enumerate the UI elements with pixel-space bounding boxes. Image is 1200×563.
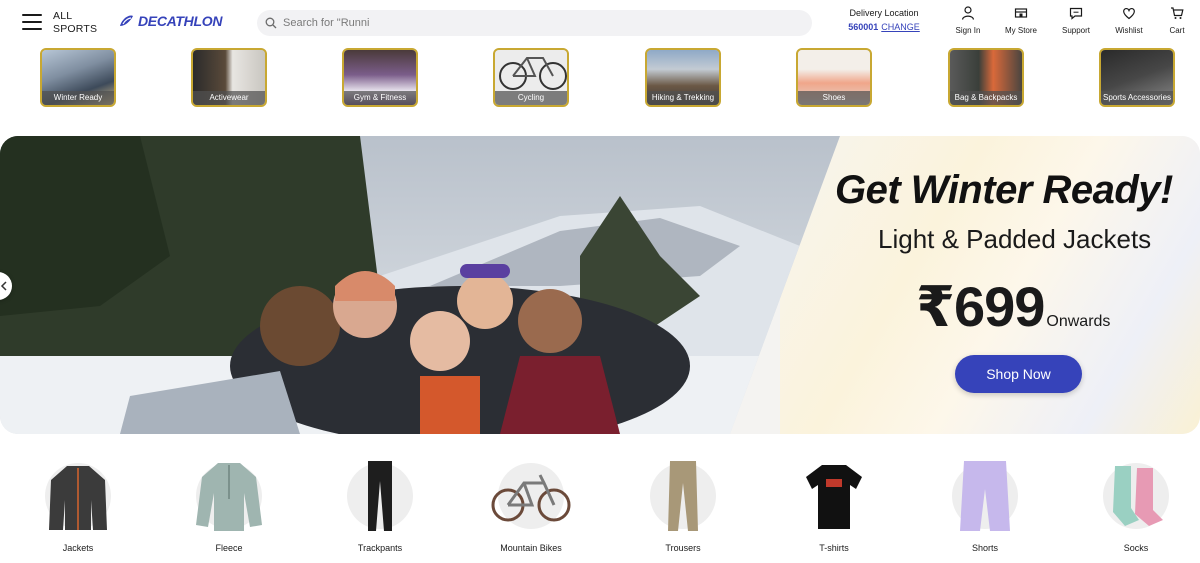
- category-tile-shoes[interactable]: Shoes: [796, 48, 872, 107]
- nav-my-store-label: My Store: [1004, 26, 1037, 35]
- banner-photo-winter-group: [0, 136, 840, 434]
- store-icon: [1014, 8, 1028, 18]
- product-label: Socks: [1123, 543, 1149, 553]
- banner-subline: Light & Padded Jackets: [878, 224, 1152, 254]
- logo-text: DECATHLON: [138, 13, 223, 29]
- banner-price: ₹699 Onwards: [916, 274, 1110, 340]
- cart-icon: [1171, 7, 1184, 19]
- category-tile-cycling[interactable]: Cycling: [493, 48, 569, 107]
- category-label: Activewear: [193, 91, 265, 105]
- all-sports-menu[interactable]: ALL SPORTS: [53, 10, 97, 36]
- search-icon: [265, 17, 277, 29]
- jackets-thumb: [45, 463, 111, 530]
- t-shirt-icon: [806, 465, 862, 529]
- category-label: Sports Accessories: [1101, 91, 1173, 105]
- t-shirts-thumb: [801, 463, 867, 529]
- product-socks[interactable]: Socks: [1086, 455, 1186, 553]
- trackpants-icon: [368, 461, 392, 531]
- nav-wishlist-label: Wishlist: [1115, 26, 1143, 35]
- nav-wishlist[interactable]: Wishlist: [1104, 6, 1154, 35]
- heart-icon: [1123, 7, 1135, 20]
- trousers-icon: [668, 461, 698, 531]
- product-label: Trousers: [665, 543, 701, 553]
- product-t-shirts[interactable]: T-shirts: [784, 455, 884, 553]
- nav-cart-label: Cart: [1169, 26, 1185, 35]
- fleece-thumb: [196, 463, 262, 531]
- product-mountain-bikes[interactable]: Mountain Bikes: [481, 455, 581, 553]
- category-label: Winter Ready: [42, 91, 114, 105]
- category-tile-sports-accessories[interactable]: Sports Accessories: [1099, 48, 1175, 107]
- delivery-pincode: 560001: [848, 22, 879, 32]
- jacket-icon: [49, 466, 107, 530]
- product-trousers[interactable]: Trousers: [633, 455, 733, 553]
- nav-my-store[interactable]: My Store: [996, 6, 1046, 35]
- user-icon: [961, 6, 975, 20]
- product-label: Trackpants: [357, 543, 403, 553]
- category-tile-gym-fitness[interactable]: Gym & Fitness: [342, 48, 418, 107]
- nav-support[interactable]: Support: [1051, 6, 1101, 35]
- banner-price-suffix: Onwards: [1046, 313, 1111, 330]
- product-category-row: Jackets Fleece Trackpants Mountain Bikes…: [0, 455, 1200, 555]
- fleece-icon: [196, 463, 262, 531]
- delivery-title: Delivery Location: [849, 8, 919, 18]
- logo-mark-icon: [120, 15, 133, 26]
- hero-banner[interactable]: Get Winter Ready! Light & Padded Jackets…: [0, 136, 1200, 434]
- mountain-bikes-thumb: [491, 463, 571, 529]
- chat-icon: [1069, 7, 1083, 20]
- category-label: Shoes: [798, 91, 870, 105]
- banner-headline: Get Winter Ready!: [835, 168, 1173, 212]
- category-label: Cycling: [495, 91, 567, 105]
- chevron-left-icon: [0, 281, 7, 291]
- delivery-location: Delivery Location 560001 CHANGE: [846, 8, 922, 32]
- socks-thumb: [1103, 463, 1169, 529]
- nav-support-label: Support: [1061, 26, 1091, 35]
- product-label: T-shirts: [819, 543, 849, 553]
- product-trackpants[interactable]: Trackpants: [330, 455, 430, 553]
- product-label: Shorts: [971, 543, 998, 553]
- shorts-icon: [960, 461, 1010, 531]
- shop-now-button[interactable]: Shop Now: [955, 355, 1082, 393]
- trousers-thumb: [650, 461, 716, 531]
- search-bar[interactable]: [257, 10, 812, 36]
- all-sports-line1: ALL: [53, 10, 73, 22]
- banner-price-value: ₹699: [916, 275, 1045, 338]
- shorts-thumb: [952, 461, 1018, 531]
- category-strip: Winter Ready Activewear Gym & Fitness Cy…: [0, 46, 1200, 108]
- category-label: Bag & Backpacks: [950, 91, 1022, 105]
- product-label: Fleece: [215, 543, 243, 553]
- change-location-link[interactable]: CHANGE: [881, 22, 920, 32]
- product-shorts[interactable]: Shorts: [935, 455, 1035, 553]
- category-tile-winter-ready[interactable]: Winter Ready: [40, 48, 116, 107]
- decathlon-logo[interactable]: DECATHLON: [118, 13, 222, 29]
- trackpants-thumb: [347, 461, 413, 531]
- all-sports-line2: SPORTS: [53, 23, 98, 35]
- product-label: Mountain Bikes: [500, 543, 562, 553]
- mountain-bike-icon: [491, 474, 571, 522]
- nav-cart[interactable]: Cart: [1152, 6, 1200, 35]
- hamburger-menu-icon[interactable]: [22, 14, 42, 30]
- product-fleece[interactable]: Fleece: [179, 455, 279, 553]
- nav-sign-in[interactable]: Sign In: [943, 6, 993, 35]
- socks-icon: [1113, 466, 1163, 526]
- top-header: ALL SPORTS DECATHLON Delivery Location 5…: [0, 0, 1200, 46]
- category-tile-hiking-trekking[interactable]: Hiking & Trekking: [645, 48, 721, 107]
- search-input[interactable]: [283, 17, 783, 29]
- product-label: Jackets: [62, 543, 94, 553]
- category-label: Gym & Fitness: [344, 91, 416, 105]
- category-tile-activewear[interactable]: Activewear: [191, 48, 267, 107]
- nav-sign-in-label: Sign In: [955, 26, 981, 35]
- category-label: Hiking & Trekking: [647, 91, 719, 105]
- bicycle-icon: [499, 57, 567, 90]
- category-tile-bag-backpacks[interactable]: Bag & Backpacks: [948, 48, 1024, 107]
- product-jackets[interactable]: Jackets: [28, 455, 128, 553]
